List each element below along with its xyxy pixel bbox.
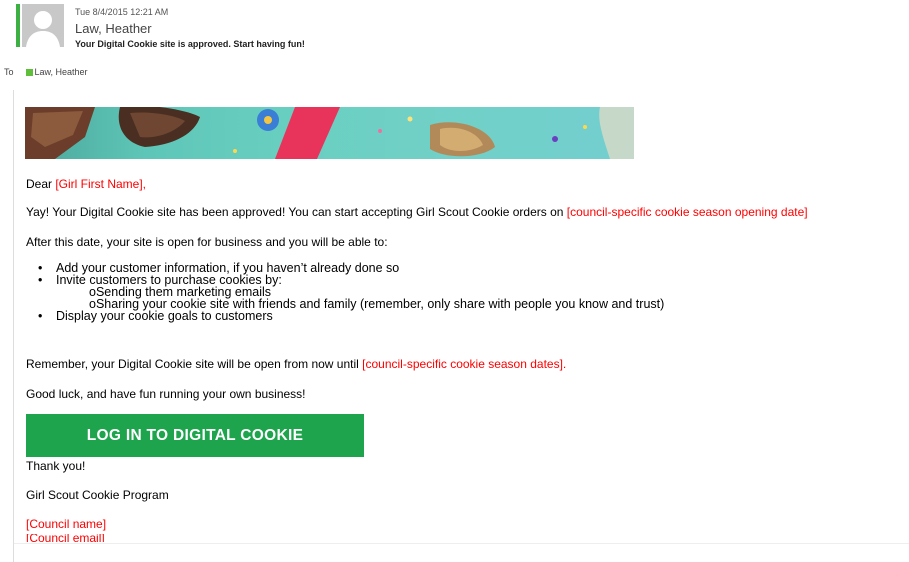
- sender-avatar: [16, 4, 64, 47]
- approved-text: Yay! Your Digital Cookie site has been a…: [26, 205, 567, 219]
- to-label: To: [4, 67, 14, 77]
- season-dates-placeholder: [council-specific cookie season dates].: [362, 357, 567, 371]
- recipient-name[interactable]: Law, Heather: [35, 67, 88, 77]
- capabilities-list: • Add your customer information, if you h…: [26, 262, 664, 323]
- after-date-paragraph: After this date, your site is open for b…: [26, 235, 388, 249]
- remember-text: Remember, your Digital Cookie site will …: [26, 357, 363, 371]
- signature-text: Girl Scout Cookie Program: [26, 488, 169, 502]
- message-body-border: [13, 90, 14, 562]
- bullet-icon: •: [38, 273, 43, 287]
- girl-name-placeholder: [Girl First Name],: [55, 177, 147, 191]
- recipient-row: To Law, Heather: [4, 67, 88, 77]
- message-subject: Your Digital Cookie site is approved. St…: [75, 39, 305, 49]
- login-digital-cookie-button[interactable]: LOG IN TO DIGITAL COOKIE: [26, 414, 364, 457]
- council-email-placeholder: [Council email]: [26, 534, 126, 542]
- council-email-text: [Council email]: [26, 534, 105, 542]
- good-luck-paragraph: Good luck, and have fun running your own…: [26, 387, 306, 401]
- greeting-text: Dear: [26, 177, 56, 191]
- remember-paragraph: Remember, your Digital Cookie site will …: [26, 357, 566, 371]
- presence-icon: [25, 68, 33, 76]
- avatar-icon: [22, 4, 64, 47]
- thanks-text: Thank you!: [26, 459, 86, 473]
- council-name-placeholder: [Council name]: [26, 517, 107, 531]
- sender-name[interactable]: Law, Heather: [75, 21, 152, 36]
- list-item-text: Display your cookie goals to customers: [56, 309, 273, 323]
- bullet-icon: •: [38, 309, 43, 323]
- list-item: • Display your cookie goals to customers: [26, 309, 664, 323]
- opening-date-placeholder: [council-specific cookie season opening …: [566, 205, 808, 219]
- cookie-banner-image: [25, 107, 634, 159]
- divider: [14, 543, 909, 544]
- approved-paragraph: Yay! Your Digital Cookie site has been a…: [26, 205, 808, 219]
- presence-bar: [16, 4, 20, 47]
- message-date: Tue 8/4/2015 12:21 AM: [75, 7, 169, 17]
- greeting: Dear [Girl First Name],: [26, 177, 146, 191]
